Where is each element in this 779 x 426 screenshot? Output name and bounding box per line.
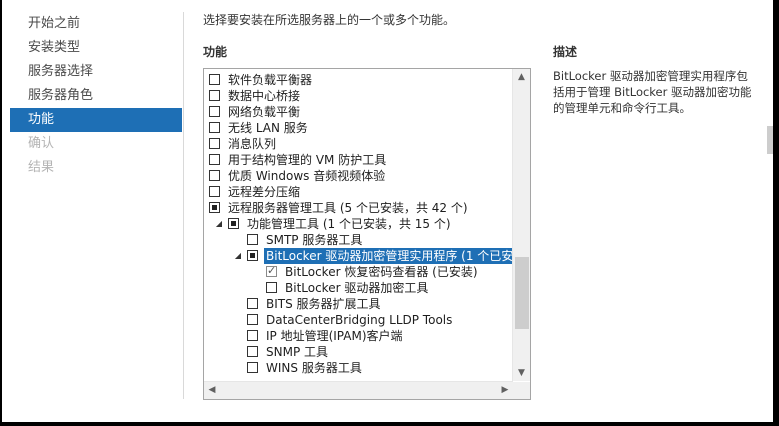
feature-checkbox[interactable]: [209, 186, 220, 197]
feature-checkbox[interactable]: [209, 170, 220, 181]
tree-row[interactable]: WINS 服务器工具: [204, 360, 512, 376]
tree-row[interactable]: 消息队列: [204, 136, 512, 152]
feature-label: 无线 LAN 服务: [228, 121, 308, 135]
feature-label: 数据中心桥接: [228, 89, 301, 103]
feature-checkbox[interactable]: [247, 346, 258, 357]
wizard-nav: 开始之前 安装类型 服务器选择 服务器角色 功能 确认 结果: [10, 12, 182, 180]
tree-row[interactable]: BitLocker 恢复密码查看器 (已安装): [204, 264, 512, 280]
feature-checkbox[interactable]: [247, 250, 258, 261]
feature-checkbox[interactable]: [209, 154, 220, 165]
feature-checkbox[interactable]: [209, 138, 220, 149]
feature-checkbox[interactable]: [209, 106, 220, 117]
feature-checkbox[interactable]: [228, 218, 239, 229]
feature-label: 软件负载平衡器: [228, 73, 313, 87]
feature-label: IP 地址管理(IPAM)客户端: [266, 329, 403, 343]
tree-row[interactable]: 优质 Windows 音频视频体验: [204, 168, 512, 184]
tree-row[interactable]: 远程服务器管理工具 (5 个已安装，共 42 个): [204, 200, 512, 216]
feature-label: BITS 服务器扩展工具: [266, 297, 381, 311]
feature-label: BitLocker 驱动器加密工具: [285, 281, 429, 295]
nav-item-server-roles[interactable]: 服务器角色: [10, 84, 182, 108]
feature-checkbox[interactable]: [209, 90, 220, 101]
nav-item-before-you-begin[interactable]: 开始之前: [10, 12, 182, 36]
features-tree[interactable]: 软件负载平衡器 数据中心桥接 网络负载平衡 无线 LAN 服务 消息队列用于结构管理的 …: [203, 68, 531, 400]
feature-label: BitLocker 驱动器加密管理实用程序 (1 个已安装: [264, 248, 512, 264]
page-scrollbar-thumb[interactable]: [767, 126, 773, 154]
nav-divider: [183, 12, 184, 399]
horizontal-scrollbar[interactable]: ◀ ▶: [204, 381, 513, 399]
feature-label: 消息队列: [228, 137, 277, 151]
feature-checkbox[interactable]: [247, 314, 258, 325]
tree-row[interactable]: 无线 LAN 服务: [204, 120, 512, 136]
tree-row[interactable]: BitLocker 驱动器加密工具: [204, 280, 512, 296]
tree-row[interactable]: BITS 服务器扩展工具: [204, 296, 512, 312]
feature-label: 用于结构管理的 VM 防护工具: [228, 153, 387, 167]
window-edge-bottom: [0, 422, 779, 426]
scroll-up-icon[interactable]: ▲: [513, 69, 530, 85]
tree-row[interactable]: IP 地址管理(IPAM)客户端: [204, 328, 512, 344]
feature-label: 远程服务器管理工具 (5 个已安装，共 42 个): [228, 201, 468, 215]
nav-item-server-selection[interactable]: 服务器选择: [10, 60, 182, 84]
tree-row[interactable]: SNMP 工具: [204, 344, 512, 360]
scroll-right-icon[interactable]: ▶: [497, 382, 513, 399]
tree-row[interactable]: 网络负载平衡: [204, 104, 512, 120]
description-text: BitLocker 驱动器加密管理实用程序包括用于管理 BitLocker 驱动…: [553, 69, 752, 115]
feature-checkbox[interactable]: [247, 298, 258, 309]
instruction-text: 选择要安装在所选服务器上的一个或多个功能。: [203, 13, 456, 27]
scrollbar-corner: [513, 382, 530, 399]
feature-label: SNMP 工具: [266, 345, 328, 359]
tree-row[interactable]: ◢ 功能管理工具 (1 个已安装，共 15 个): [204, 216, 512, 232]
feature-label: 远程差分压缩: [228, 185, 301, 199]
feature-label: 功能管理工具 (1 个已安装，共 15 个): [247, 217, 451, 231]
expand-toggle-icon[interactable]: ◢: [233, 248, 243, 264]
scroll-left-icon[interactable]: ◀: [204, 382, 220, 399]
feature-checkbox[interactable]: [266, 264, 277, 277]
expand-toggle-icon[interactable]: ◢: [214, 216, 224, 232]
tree-row[interactable]: ◢ BitLocker 驱动器加密管理实用程序 (1 个已安装: [204, 248, 512, 264]
nav-item-installation-type[interactable]: 安装类型: [10, 36, 182, 60]
feature-checkbox[interactable]: [247, 362, 258, 373]
feature-label: BitLocker 恢复密码查看器 (已安装): [285, 265, 478, 279]
feature-label: DataCenterBridging LLDP Tools: [266, 313, 453, 327]
feature-checkbox[interactable]: [209, 74, 220, 85]
nav-item-confirmation: 确认: [28, 136, 55, 151]
feature-label: WINS 服务器工具: [266, 361, 362, 375]
window-edge-right: [773, 0, 779, 426]
tree-row[interactable]: 软件负载平衡器: [204, 72, 512, 88]
feature-label: 网络负载平衡: [228, 105, 301, 119]
tree-row[interactable]: 用于结构管理的 VM 防护工具: [204, 152, 512, 168]
nav-item-features[interactable]: 功能: [10, 108, 182, 132]
vertical-scrollbar[interactable]: ▲ ▼: [512, 69, 530, 381]
feature-checkbox[interactable]: [209, 122, 220, 133]
tree-row[interactable]: DataCenterBridging LLDP Tools: [204, 312, 512, 328]
vertical-scroll-thumb[interactable]: [515, 257, 529, 329]
description-heading: 描述: [553, 45, 578, 59]
tree-row[interactable]: SMTP 服务器工具: [204, 232, 512, 248]
scroll-down-icon[interactable]: ▼: [513, 365, 530, 381]
features-heading: 功能: [203, 45, 228, 59]
features-tree-rows: 软件负载平衡器 数据中心桥接 网络负载平衡 无线 LAN 服务 消息队列用于结构管理的 …: [204, 72, 512, 380]
tree-row[interactable]: 远程差分压缩: [204, 184, 512, 200]
tree-row[interactable]: 数据中心桥接: [204, 88, 512, 104]
nav-item-results: 结果: [28, 160, 55, 175]
feature-checkbox[interactable]: [247, 234, 258, 245]
feature-label: SMTP 服务器工具: [266, 233, 363, 247]
feature-checkbox[interactable]: [247, 330, 258, 341]
feature-checkbox[interactable]: [209, 202, 220, 213]
feature-checkbox[interactable]: [266, 282, 277, 293]
feature-label: 优质 Windows 音频视频体验: [228, 169, 386, 183]
window-edge-left: [0, 0, 2, 426]
